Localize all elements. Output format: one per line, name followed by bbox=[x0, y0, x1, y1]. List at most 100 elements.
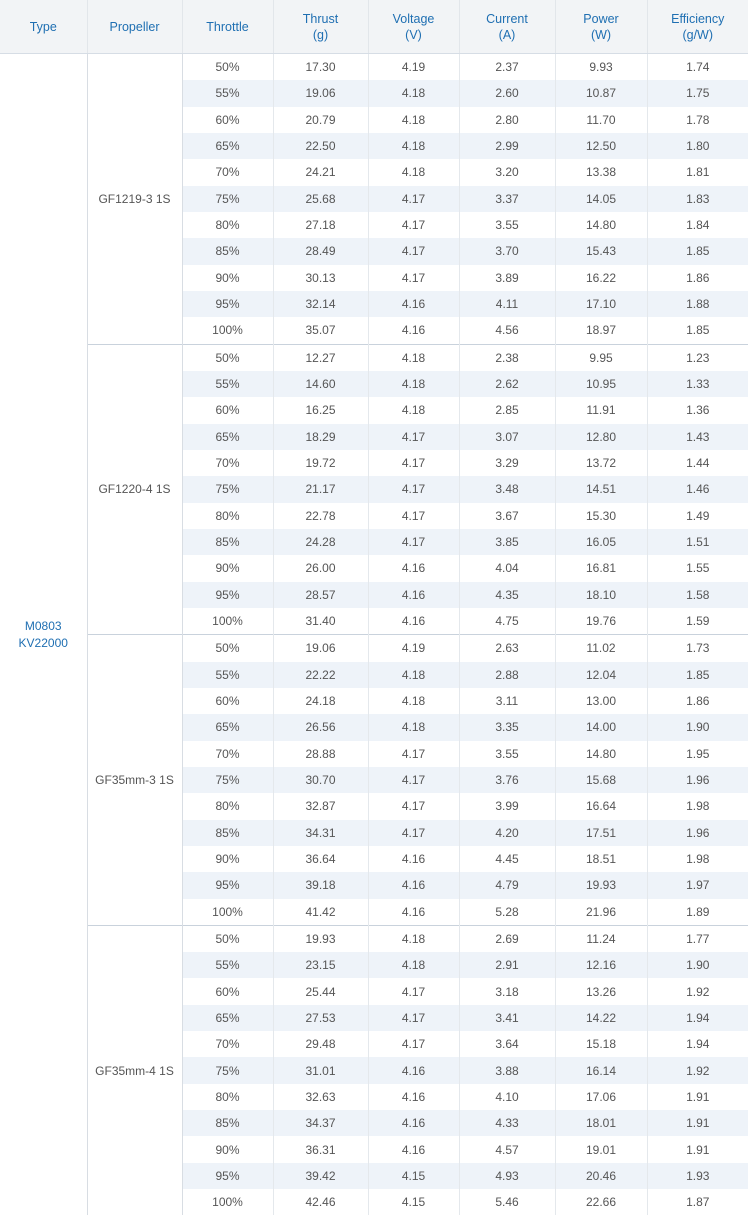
thrust-cell: 27.53 bbox=[273, 1005, 368, 1031]
power-cell: 14.00 bbox=[555, 714, 647, 740]
power-cell: 15.18 bbox=[555, 1031, 647, 1057]
current-cell: 2.63 bbox=[459, 635, 555, 662]
current-cell: 5.28 bbox=[459, 899, 555, 926]
voltage-cell: 4.17 bbox=[368, 978, 459, 1004]
power-cell: 11.91 bbox=[555, 397, 647, 423]
col-header-voltage: Voltage (V) bbox=[368, 0, 459, 54]
thrust-cell: 19.06 bbox=[273, 635, 368, 662]
voltage-cell: 4.16 bbox=[368, 1084, 459, 1110]
throttle-cell: 50% bbox=[182, 925, 273, 952]
table-row: GF35mm-3 1S50%19.064.192.6311.021.73 bbox=[0, 635, 748, 662]
propeller-cell: GF1220-4 1S bbox=[87, 344, 182, 635]
power-cell: 20.46 bbox=[555, 1163, 647, 1189]
thrust-cell: 32.87 bbox=[273, 793, 368, 819]
efficiency-cell: 1.78 bbox=[647, 107, 748, 133]
efficiency-cell: 1.73 bbox=[647, 635, 748, 662]
voltage-cell: 4.16 bbox=[368, 1136, 459, 1162]
efficiency-cell: 1.33 bbox=[647, 371, 748, 397]
efficiency-cell: 1.91 bbox=[647, 1136, 748, 1162]
power-cell: 13.72 bbox=[555, 450, 647, 476]
voltage-cell: 4.16 bbox=[368, 1110, 459, 1136]
thrust-cell: 24.28 bbox=[273, 529, 368, 555]
current-cell: 4.20 bbox=[459, 820, 555, 846]
power-cell: 19.76 bbox=[555, 608, 647, 635]
voltage-cell: 4.17 bbox=[368, 1005, 459, 1031]
throttle-cell: 75% bbox=[182, 476, 273, 502]
power-cell: 22.66 bbox=[555, 1189, 647, 1215]
efficiency-cell: 1.83 bbox=[647, 186, 748, 212]
power-cell: 17.51 bbox=[555, 820, 647, 846]
efficiency-cell: 1.91 bbox=[647, 1110, 748, 1136]
efficiency-cell: 1.96 bbox=[647, 820, 748, 846]
col-header-thrust: Thrust (g) bbox=[273, 0, 368, 54]
voltage-cell: 4.16 bbox=[368, 846, 459, 872]
power-cell: 11.70 bbox=[555, 107, 647, 133]
col-header-efficiency-unit: (g/W) bbox=[648, 27, 748, 43]
thrust-cell: 28.49 bbox=[273, 238, 368, 264]
power-cell: 16.81 bbox=[555, 555, 647, 581]
throttle-cell: 95% bbox=[182, 1163, 273, 1189]
current-cell: 3.76 bbox=[459, 767, 555, 793]
current-cell: 5.46 bbox=[459, 1189, 555, 1215]
current-cell: 2.37 bbox=[459, 54, 555, 81]
throttle-cell: 65% bbox=[182, 714, 273, 740]
col-header-throttle: Throttle bbox=[182, 0, 273, 54]
current-cell: 2.91 bbox=[459, 952, 555, 978]
efficiency-cell: 1.85 bbox=[647, 662, 748, 688]
power-cell: 18.01 bbox=[555, 1110, 647, 1136]
thrust-cell: 27.18 bbox=[273, 212, 368, 238]
power-cell: 19.01 bbox=[555, 1136, 647, 1162]
col-header-current: Current (A) bbox=[459, 0, 555, 54]
power-cell: 12.16 bbox=[555, 952, 647, 978]
efficiency-cell: 1.97 bbox=[647, 872, 748, 898]
throttle-cell: 90% bbox=[182, 1136, 273, 1162]
current-cell: 3.20 bbox=[459, 159, 555, 185]
efficiency-cell: 1.86 bbox=[647, 265, 748, 291]
thrust-cell: 39.18 bbox=[273, 872, 368, 898]
voltage-cell: 4.18 bbox=[368, 662, 459, 688]
thrust-cell: 30.70 bbox=[273, 767, 368, 793]
throttle-cell: 100% bbox=[182, 608, 273, 635]
throttle-cell: 60% bbox=[182, 978, 273, 1004]
throttle-cell: 90% bbox=[182, 265, 273, 291]
power-cell: 16.22 bbox=[555, 265, 647, 291]
efficiency-cell: 1.92 bbox=[647, 1057, 748, 1083]
current-cell: 2.60 bbox=[459, 80, 555, 106]
throttle-cell: 70% bbox=[182, 159, 273, 185]
voltage-cell: 4.17 bbox=[368, 476, 459, 502]
thrust-cell: 28.88 bbox=[273, 741, 368, 767]
voltage-cell: 4.19 bbox=[368, 635, 459, 662]
current-cell: 3.88 bbox=[459, 1057, 555, 1083]
current-cell: 4.45 bbox=[459, 846, 555, 872]
throttle-cell: 70% bbox=[182, 1031, 273, 1057]
throttle-cell: 95% bbox=[182, 872, 273, 898]
power-cell: 17.06 bbox=[555, 1084, 647, 1110]
thrust-cell: 32.14 bbox=[273, 291, 368, 317]
thrust-cell: 31.01 bbox=[273, 1057, 368, 1083]
voltage-cell: 4.18 bbox=[368, 80, 459, 106]
thrust-cell: 22.50 bbox=[273, 133, 368, 159]
thrust-cell: 32.63 bbox=[273, 1084, 368, 1110]
current-cell: 4.75 bbox=[459, 608, 555, 635]
thrust-cell: 42.46 bbox=[273, 1189, 368, 1215]
power-cell: 19.93 bbox=[555, 872, 647, 898]
efficiency-cell: 1.58 bbox=[647, 582, 748, 608]
power-cell: 13.26 bbox=[555, 978, 647, 1004]
current-cell: 2.62 bbox=[459, 371, 555, 397]
power-cell: 10.95 bbox=[555, 371, 647, 397]
throttle-cell: 65% bbox=[182, 1005, 273, 1031]
col-header-efficiency-label: Efficiency bbox=[648, 11, 748, 27]
efficiency-cell: 1.49 bbox=[647, 503, 748, 529]
voltage-cell: 4.16 bbox=[368, 291, 459, 317]
power-cell: 9.93 bbox=[555, 54, 647, 81]
current-cell: 4.56 bbox=[459, 317, 555, 344]
voltage-cell: 4.17 bbox=[368, 424, 459, 450]
current-cell: 3.70 bbox=[459, 238, 555, 264]
voltage-cell: 4.17 bbox=[368, 741, 459, 767]
efficiency-cell: 1.43 bbox=[647, 424, 748, 450]
current-cell: 2.88 bbox=[459, 662, 555, 688]
thrust-cell: 19.93 bbox=[273, 925, 368, 952]
current-cell: 3.89 bbox=[459, 265, 555, 291]
thrust-cell: 16.25 bbox=[273, 397, 368, 423]
throttle-cell: 75% bbox=[182, 767, 273, 793]
